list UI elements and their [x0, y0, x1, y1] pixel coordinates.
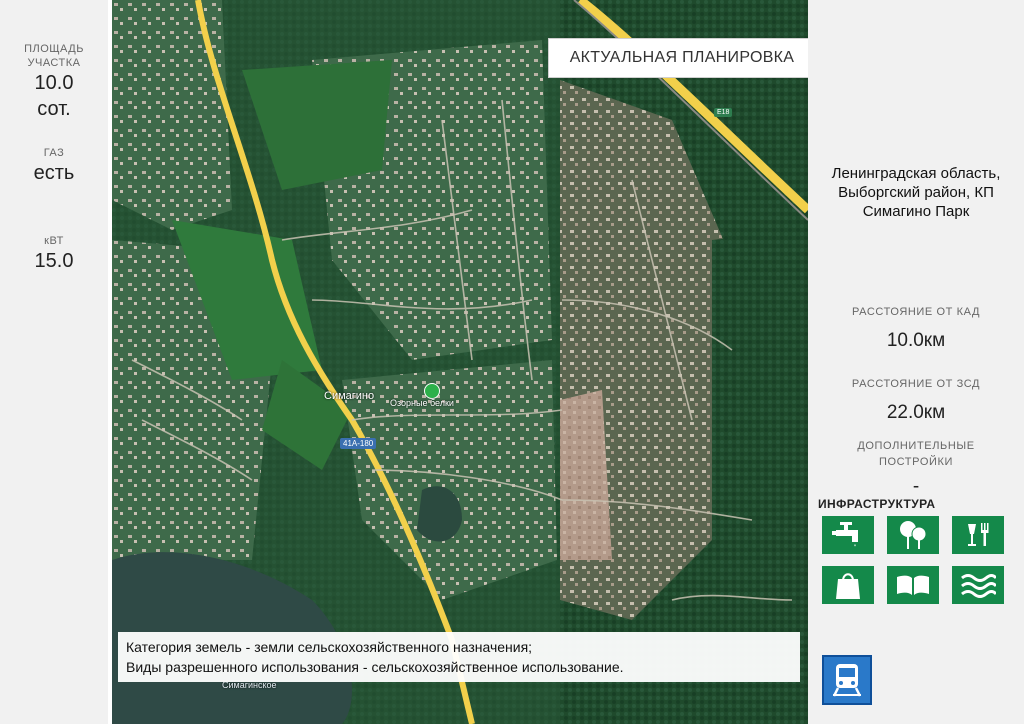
- power-stat: кВТ 15.0: [0, 234, 108, 274]
- address-line-3: Симагино Парк: [862, 203, 970, 220]
- gas-label: ГАЗ: [43, 147, 65, 159]
- right-info-panel: Ленинградская область, Выборгский район,…: [808, 0, 1024, 724]
- distance-zsd-stat: РАССТОЯНИЕ ОТ ЗСД 22.0км: [816, 376, 1016, 426]
- extra-buildings-stat: ДОПОЛНИТЕЛЬНЫЕ ПОСТРОЙКИ -: [816, 438, 1016, 500]
- distance-zsd-value: 22.0км: [886, 402, 946, 423]
- road-number-badge: 41А-180: [340, 438, 377, 449]
- plot-area-label-line2: УЧАСТКА: [27, 57, 81, 69]
- address-block: Ленинградская область, Выборгский район,…: [816, 164, 1016, 221]
- water-icon: [822, 516, 874, 554]
- map-imagery: [112, 0, 808, 724]
- extra-buildings-label-line1: ДОПОЛНИТЕЛЬНЫЕ: [857, 440, 975, 452]
- highway-badge-e18: E18: [714, 108, 733, 117]
- power-value: 15.0: [34, 250, 74, 272]
- permitted-use-line: Виды разрешенного использования - сельск…: [126, 659, 624, 675]
- gas-stat: ГАЗ есть: [0, 146, 108, 186]
- current-plan-badge: АКТУАЛЬНАЯ ПЛАНИРОВКА: [548, 38, 808, 78]
- poi-marker-icon[interactable]: [424, 383, 440, 399]
- restaurant-icon: [952, 516, 1004, 554]
- distance-kad-label: РАССТОЯНИЕ ОТ КАД: [851, 306, 981, 318]
- plot-area-stat: ПЛОЩАДЬ УЧАСТКА 10.0 сот.: [0, 42, 108, 122]
- address-line-2: Выборгский район, КП: [838, 184, 994, 201]
- left-info-panel: ПЛОЩАДЬ УЧАСТКА 10.0 сот. ГАЗ есть кВТ 1…: [0, 0, 108, 724]
- distance-kad-stat: РАССТОЯНИЕ ОТ КАД 10.0км: [816, 304, 1016, 354]
- power-label: кВТ: [44, 235, 64, 247]
- water-body-icon: [952, 566, 1004, 604]
- address-line-1: Ленинградская область,: [831, 165, 1001, 182]
- distance-zsd-label: РАССТОЯНИЕ ОТ ЗСД: [851, 378, 981, 390]
- train-icon: [822, 655, 872, 705]
- land-category-line: Категория земель - земли сельскохозяйств…: [126, 639, 533, 655]
- distance-kad-value: 10.0км: [886, 330, 946, 351]
- gas-value: есть: [33, 162, 75, 184]
- extra-buildings-label-line2: ПОСТРОЙКИ: [878, 456, 954, 468]
- place-label-belki: Озорные белки: [390, 398, 454, 408]
- infrastructure-title: ИНФРАСТРУКТУРА: [818, 497, 936, 511]
- plot-area-value: 10.0: [34, 72, 74, 94]
- place-label-simagino: Симагино: [324, 390, 375, 402]
- land-category-note: Категория земель - земли сельскохозяйств…: [118, 632, 800, 682]
- shop-icon: [822, 566, 874, 604]
- plot-area-label-line1: ПЛОЩАДЬ: [24, 43, 84, 55]
- plot-area-unit: сот.: [37, 98, 71, 120]
- satellite-map[interactable]: АКТУАЛЬНАЯ ПЛАНИРОВКА Симагино Озорные б…: [112, 0, 808, 724]
- library-icon: [887, 566, 939, 604]
- forest-icon: [887, 516, 939, 554]
